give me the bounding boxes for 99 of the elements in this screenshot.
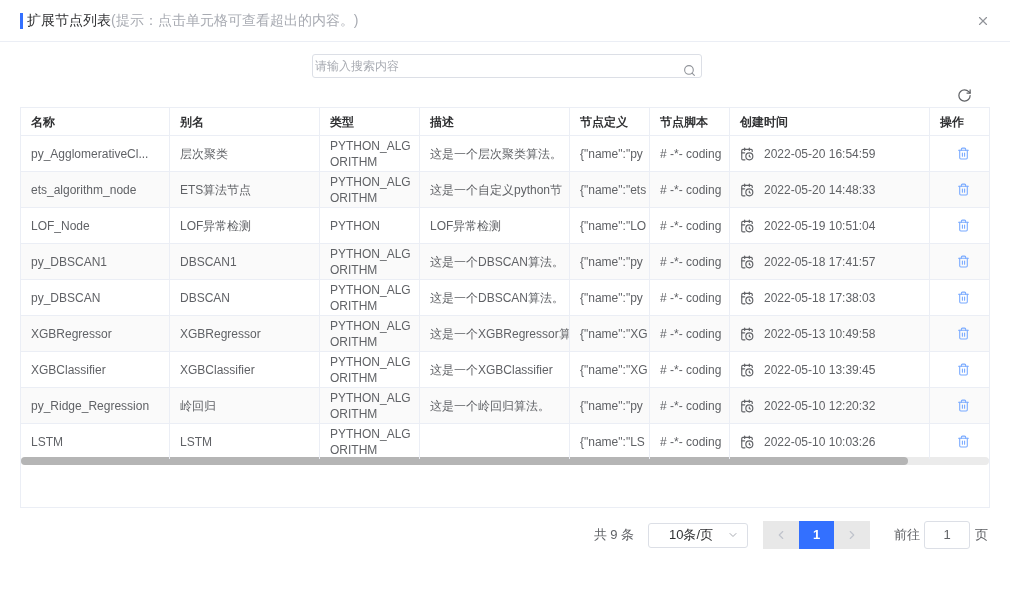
calendar-clock-icon <box>740 182 754 197</box>
calendar-clock-icon <box>740 254 754 269</box>
column-header: 操作 <box>930 108 990 135</box>
table-cell[interactable]: XGBClassifier <box>180 361 255 378</box>
calendar-clock-icon <box>740 146 754 161</box>
delete-icon[interactable] <box>956 219 970 232</box>
table-cell[interactable]: LSTM <box>31 433 63 450</box>
table-cell[interactable]: # -*- coding <box>660 217 722 234</box>
delete-icon[interactable] <box>956 291 970 304</box>
table-cell[interactable]: {"name":"py <box>580 289 643 306</box>
table-cell[interactable]: LOF异常检测 <box>180 217 252 234</box>
search-icon[interactable] <box>683 64 696 77</box>
table-cell[interactable]: DBSCAN1 <box>180 253 237 270</box>
table-cell[interactable]: 这是一个岭回归算法。 <box>430 397 550 414</box>
table-cell[interactable]: LOF_Node <box>31 217 90 234</box>
table-cell[interactable]: # -*- coding <box>660 145 722 162</box>
column-header: 节点定义 <box>570 108 650 135</box>
table-cell[interactable]: PYTHON_ALGORITHM <box>330 281 415 314</box>
page-size-select[interactable]: 10条/页 <box>648 522 748 548</box>
table-cell[interactable]: XGBClassifier <box>31 361 106 378</box>
dialog-title: 扩展节点列表 <box>27 11 111 30</box>
table-cell[interactable]: XGBRegressor <box>31 325 112 342</box>
table-cell[interactable]: 2022-05-19 10:51:04 <box>764 216 876 235</box>
table-cell[interactable]: PYTHON_ALGORITHM <box>330 353 415 386</box>
goto-page-field[interactable]: 1 <box>924 521 970 549</box>
table-cell[interactable]: 这是一个自定义python节 <box>430 181 563 198</box>
table-cell[interactable]: {"name":"py <box>580 253 643 270</box>
table-cell[interactable]: {"name":"XG <box>580 361 648 378</box>
table-cell[interactable]: 2022-05-10 10:03:26 <box>764 432 876 451</box>
table-cell[interactable]: 2022-05-13 10:49:58 <box>764 324 876 343</box>
table-cell[interactable]: py_DBSCAN <box>31 289 101 306</box>
column-header: 创建时间 <box>730 108 930 135</box>
table-cell[interactable]: PYTHON_ALGORITHM <box>330 245 415 278</box>
table-cell[interactable]: # -*- coding <box>660 325 722 342</box>
table-cell[interactable]: 2022-05-20 16:54:59 <box>764 144 876 163</box>
table-cell[interactable]: py_DBSCAN1 <box>31 253 108 270</box>
table-cell[interactable]: {"name":"LO <box>580 217 647 234</box>
calendar-clock-icon <box>740 398 754 413</box>
calendar-clock-icon <box>740 362 754 377</box>
column-header: 描述 <box>420 108 570 135</box>
search-field[interactable]: 请输入搜索内容 <box>312 54 702 78</box>
table-cell[interactable]: PYTHON_ALGORITHM <box>330 389 415 422</box>
calendar-clock-icon <box>740 218 754 233</box>
column-header: 类型 <box>320 108 420 135</box>
table-cell[interactable]: PYTHON_ALGORITHM <box>330 137 415 170</box>
table-cell[interactable]: 这是一个层次聚类算法。 <box>430 145 562 162</box>
delete-icon[interactable] <box>956 399 970 412</box>
table-cell[interactable]: ETS算法节点 <box>180 181 252 198</box>
column-header: 节点脚本 <box>650 108 730 135</box>
table-cell[interactable]: 这是一个XGBClassifier <box>430 361 553 378</box>
table-cell[interactable]: 这是一个DBSCAN算法。 <box>430 289 564 306</box>
delete-icon[interactable] <box>956 363 970 376</box>
table-cell[interactable]: 2022-05-10 12:20:32 <box>764 396 876 415</box>
table-cell[interactable]: 2022-05-10 13:39:45 <box>764 360 876 379</box>
table-cell[interactable]: LOF异常检测 <box>430 217 502 234</box>
table-cell[interactable]: 2022-05-20 14:48:33 <box>764 180 876 199</box>
goto-label: 前往 <box>894 526 920 545</box>
table-cell[interactable]: py_Ridge_Regression <box>31 397 150 414</box>
calendar-clock-icon <box>740 290 754 305</box>
table-cell[interactable]: PYTHON_ALGORITHM <box>330 425 415 458</box>
table-cell[interactable]: {"name":"py <box>580 145 643 162</box>
table-cell[interactable]: PYTHON_ALGORITHM <box>330 173 415 206</box>
table-cell[interactable]: ets_algorithm_node <box>31 181 137 198</box>
table-cell[interactable]: PYTHON_ALGORITHM <box>330 317 415 350</box>
table-cell[interactable]: LSTM <box>180 433 212 450</box>
delete-icon[interactable] <box>956 435 970 448</box>
page-button[interactable]: 1 <box>799 521 834 549</box>
total-count: 共 9 条 <box>593 526 634 545</box>
delete-icon[interactable] <box>956 147 970 160</box>
table-cell[interactable]: {"name":"LS <box>580 433 645 450</box>
table-cell[interactable]: 这是一个DBSCAN算法。 <box>430 253 564 270</box>
column-header: 别名 <box>170 108 320 135</box>
table-cell[interactable]: py_AgglomerativeCl... <box>31 145 149 162</box>
table-cell[interactable]: # -*- coding <box>660 397 722 414</box>
table-cell[interactable]: # -*- coding <box>660 289 722 306</box>
calendar-clock-icon <box>740 434 754 449</box>
table-cell[interactable]: XGBRegressor <box>180 325 261 342</box>
table-cell[interactable]: # -*- coding <box>660 253 722 270</box>
table-cell[interactable]: PYTHON <box>330 217 380 234</box>
table-cell[interactable]: DBSCAN <box>180 289 230 306</box>
column-header: 名称 <box>21 108 170 135</box>
table-cell[interactable]: # -*- coding <box>660 361 722 378</box>
delete-icon[interactable] <box>956 255 970 268</box>
delete-icon[interactable] <box>956 327 970 340</box>
page-suffix: 页 <box>975 526 988 545</box>
table-cell[interactable]: 层次聚类 <box>180 145 228 162</box>
calendar-clock-icon <box>740 326 754 341</box>
refresh-icon[interactable] <box>957 88 972 103</box>
table-cell[interactable]: 2022-05-18 17:41:57 <box>764 252 876 271</box>
table-cell[interactable]: {"name":"ets <box>580 181 647 198</box>
table-cell[interactable]: 岭回归 <box>180 397 216 414</box>
dialog-hint: (提示：点击单元格可查看超出的内容。) <box>111 11 359 30</box>
table-cell[interactable]: {"name":"py <box>580 397 643 414</box>
table-cell[interactable]: # -*- coding <box>660 433 722 450</box>
table-cell[interactable]: 2022-05-18 17:38:03 <box>764 288 876 307</box>
delete-icon[interactable] <box>956 183 970 196</box>
title-accent <box>20 12 23 29</box>
table-cell[interactable]: {"name":"XG <box>580 325 648 342</box>
table-cell[interactable]: # -*- coding <box>660 181 722 198</box>
